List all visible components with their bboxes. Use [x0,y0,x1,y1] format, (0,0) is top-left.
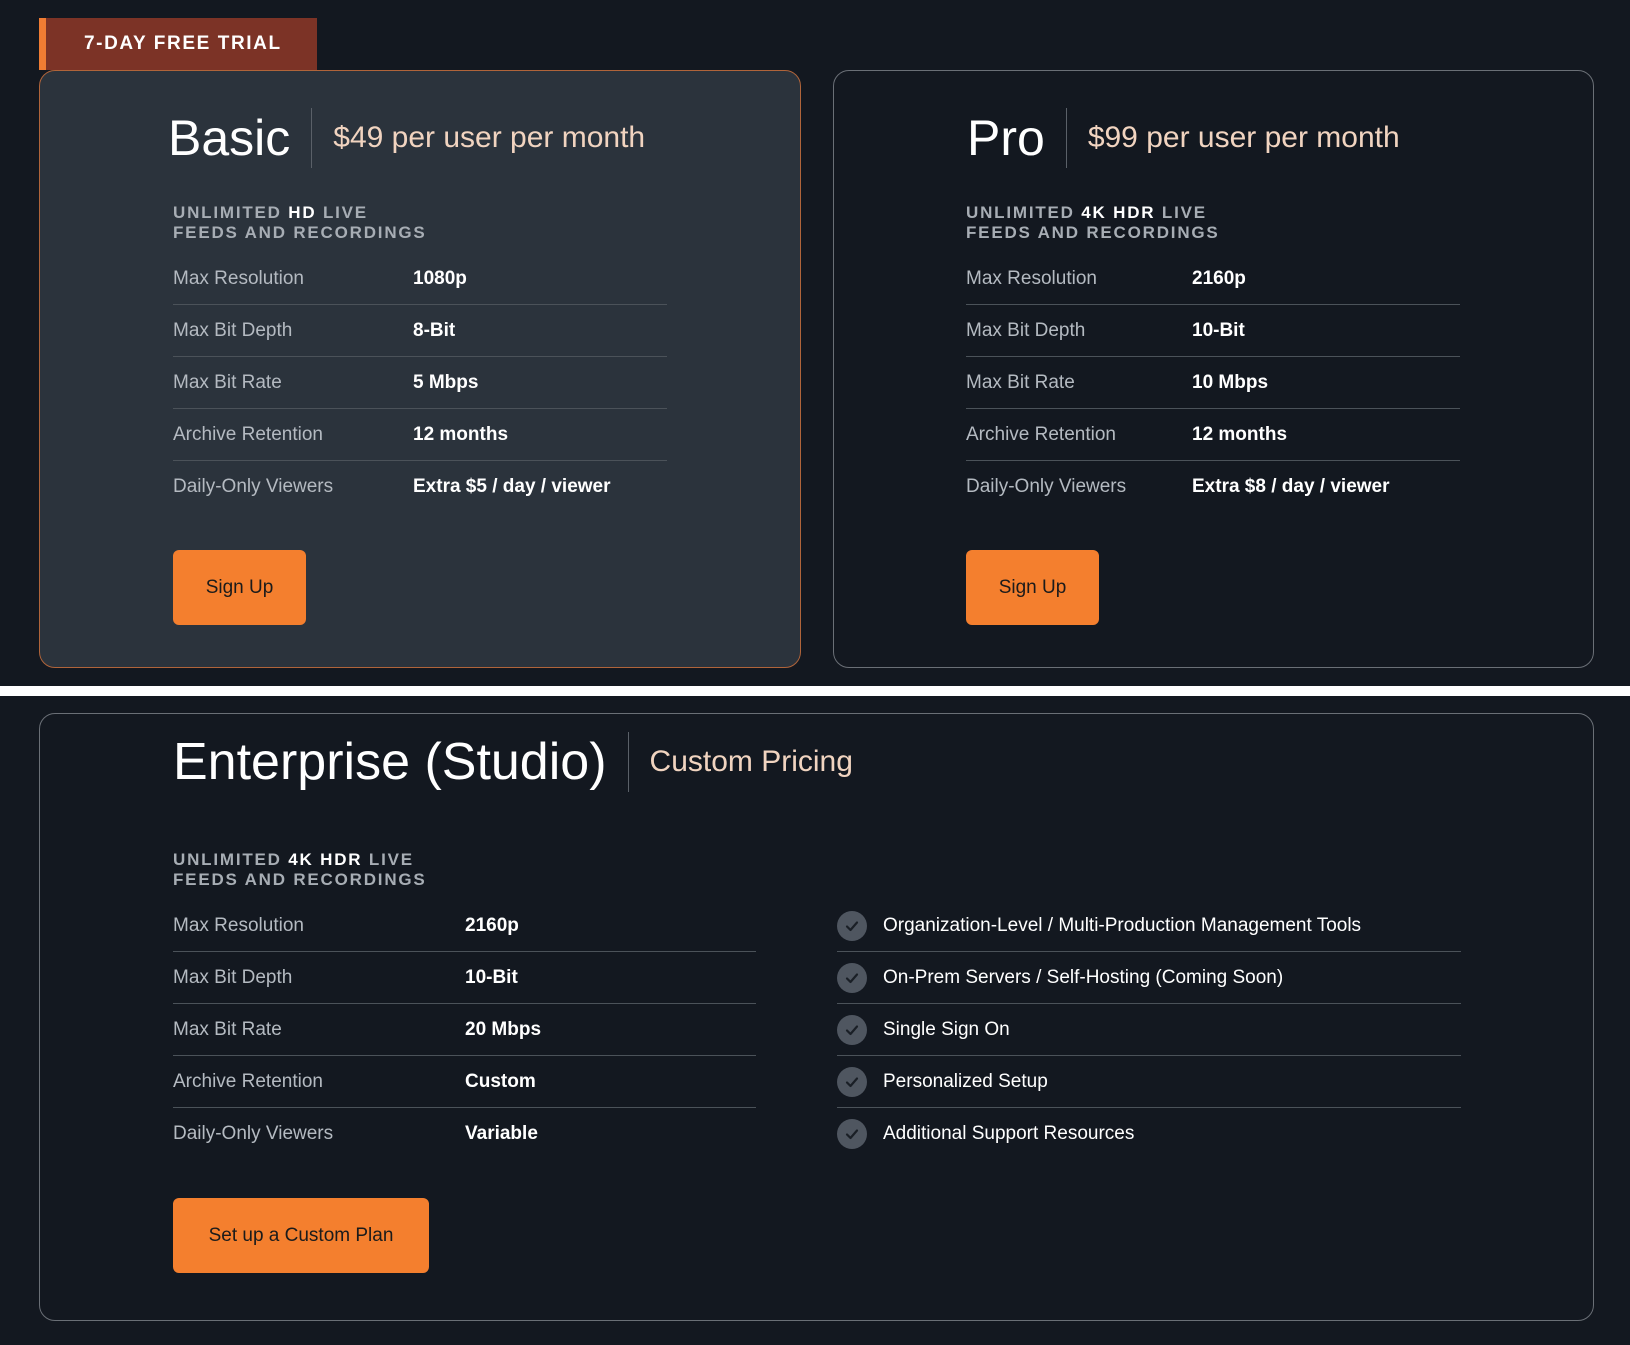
feeds-description: UNLIMITED 4K HDR LIVE FEEDS AND RECORDIN… [966,203,1220,243]
pro-spec-table: Max Resolution 2160p Max Bit Depth 10-Bit … [966,253,1460,513]
spec-label: Max Bit Rate [173,371,282,393]
free-trial-badge: 7-DAY FREE TRIAL [39,18,317,70]
feeds-line2: FEEDS AND RECORDINGS [173,223,427,242]
pro-sign-up-button[interactable]: Sign Up [966,550,1099,625]
title-divider [311,108,313,168]
feature-item: On-Prem Servers / Self-Hosting (Coming S… [837,952,1461,1004]
spec-value: 2160p [1192,267,1246,289]
spec-value: 20 Mbps [465,1018,542,1040]
spec-row: Max Bit Depth 8-Bit [173,305,667,357]
feature-text: Organization-Level / Multi-Production Ma… [883,914,1362,936]
basic-spec-table: Max Resolution 1080p Max Bit Depth 8-Bit M… [173,253,667,513]
spec-label: Daily-Only Viewers [173,1123,334,1144]
spec-value: Extra $8 / day / viewer [1192,476,1390,497]
enterprise-feature-list: Organization-Level / Multi-Production Ma… [837,900,1461,1160]
spec-label: Max Resolution [173,914,304,936]
spec-value: 1080p [413,267,467,289]
enterprise-spec-table: Max Resolution 2160p Max Bit Depth 10-Bit … [173,900,756,1160]
spec-value: 10-Bit [1192,319,1245,341]
plan-name: Basic [168,110,291,166]
spec-label: Max Bit Depth [173,319,293,341]
pro-title-row: Pro $99 per user per month [967,108,1400,168]
feature-text: Single Sign On [883,1018,1010,1040]
plan-name: Pro [967,110,1045,166]
spec-row: Max Bit Depth 10-Bit [966,305,1460,357]
spec-label: Archive Retention [173,423,323,445]
spec-label: Max Bit Depth [966,319,1086,341]
feeds-quality: HD [288,203,317,222]
spec-label: Archive Retention [966,423,1116,445]
check-icon [837,962,867,993]
spec-value: Extra $5 / day / viewer [413,476,611,497]
feature-item: Organization-Level / Multi-Production Ma… [837,900,1461,952]
spec-value: 10-Bit [465,966,518,988]
feeds-description: UNLIMITED HD LIVE FEEDS AND RECORDINGS [173,203,427,243]
feeds-suffix: LIVE [1155,203,1207,222]
custom-plan-button[interactable]: Set up a Custom Plan [173,1198,429,1273]
spec-row: Max Resolution 1080p [173,253,667,305]
feature-item: Additional Support Resources [837,1108,1461,1160]
plan-price: Custom Pricing [649,745,853,778]
title-divider [627,732,629,792]
plan-price: $99 per user per month [1087,121,1400,154]
feeds-line2: FEEDS AND RECORDINGS [173,870,427,889]
feeds-prefix: UNLIMITED [173,203,289,222]
check-icon [837,1014,867,1045]
spec-row: Max Bit Rate 5 Mbps [173,357,667,409]
spec-label: Max Bit Rate [173,1018,282,1040]
plan-name: Enterprise (Studio) [173,733,607,791]
feature-text: Additional Support Resources [883,1123,1135,1144]
check-icon [837,910,867,941]
spec-value: 12 months [413,423,509,445]
spec-row: Max Bit Depth 10-Bit [173,952,756,1004]
spec-label: Daily-Only Viewers [966,476,1127,497]
spec-label: Max Bit Rate [966,371,1075,393]
basic-sign-up-button[interactable]: Sign Up [173,550,306,625]
spec-row: Daily-Only Viewers Extra $8 / day / viewe… [966,461,1460,513]
spec-value: Variable [465,1123,538,1144]
spec-label: Max Resolution [173,267,304,289]
feeds-description: UNLIMITED 4K HDR LIVE FEEDS AND RECORDIN… [173,850,427,890]
spec-row: Archive Retention 12 months [966,409,1460,461]
spec-value: 8-Bit [413,319,456,341]
feeds-suffix: LIVE [316,203,368,222]
feeds-prefix: UNLIMITED [966,203,1082,222]
spec-label: Archive Retention [173,1070,323,1092]
feeds-quality: 4K HDR [288,850,363,869]
spec-row: Archive Retention Custom [173,1056,756,1108]
spec-value: 5 Mbps [413,371,479,393]
feeds-suffix: LIVE [362,850,414,869]
feature-text: On-Prem Servers / Self-Hosting (Coming S… [883,966,1284,988]
check-icon [837,1066,867,1097]
top-pricing-section: 7-DAY FREE TRIAL Basic $49 per user per … [0,0,1630,686]
spec-row: Daily-Only Viewers Variable [173,1108,756,1160]
feeds-line2: FEEDS AND RECORDINGS [966,223,1220,242]
enterprise-section: Enterprise (Studio) Custom Pricing UNLIM… [0,696,1630,1345]
basic-title-row: Basic $49 per user per month [168,108,645,168]
title-divider [1065,108,1067,168]
spec-row: Max Resolution 2160p [173,900,756,952]
feeds-prefix: UNLIMITED [173,850,289,869]
spec-label: Daily-Only Viewers [173,476,334,497]
plan-price: $49 per user per month [333,121,646,154]
spec-value: Custom [465,1070,536,1092]
spec-label: Max Resolution [966,267,1097,289]
spec-row: Max Bit Rate 20 Mbps [173,1004,756,1056]
spec-value: 10 Mbps [1192,371,1269,393]
check-icon [837,1119,867,1149]
feature-text: Personalized Setup [883,1070,1048,1092]
spec-row: Daily-Only Viewers Extra $5 / day / viewe… [173,461,667,513]
spec-row: Archive Retention 12 months [173,409,667,461]
feature-item: Single Sign On [837,1004,1461,1056]
spec-row: Max Bit Rate 10 Mbps [966,357,1460,409]
feature-item: Personalized Setup [837,1056,1461,1108]
spec-value: 2160p [465,914,519,936]
enterprise-title-row: Enterprise (Studio) Custom Pricing [173,732,853,792]
spec-value: 12 months [1192,423,1288,445]
spec-row: Max Resolution 2160p [966,253,1460,305]
spec-label: Max Bit Depth [173,966,293,988]
feeds-quality: 4K HDR [1081,203,1156,222]
